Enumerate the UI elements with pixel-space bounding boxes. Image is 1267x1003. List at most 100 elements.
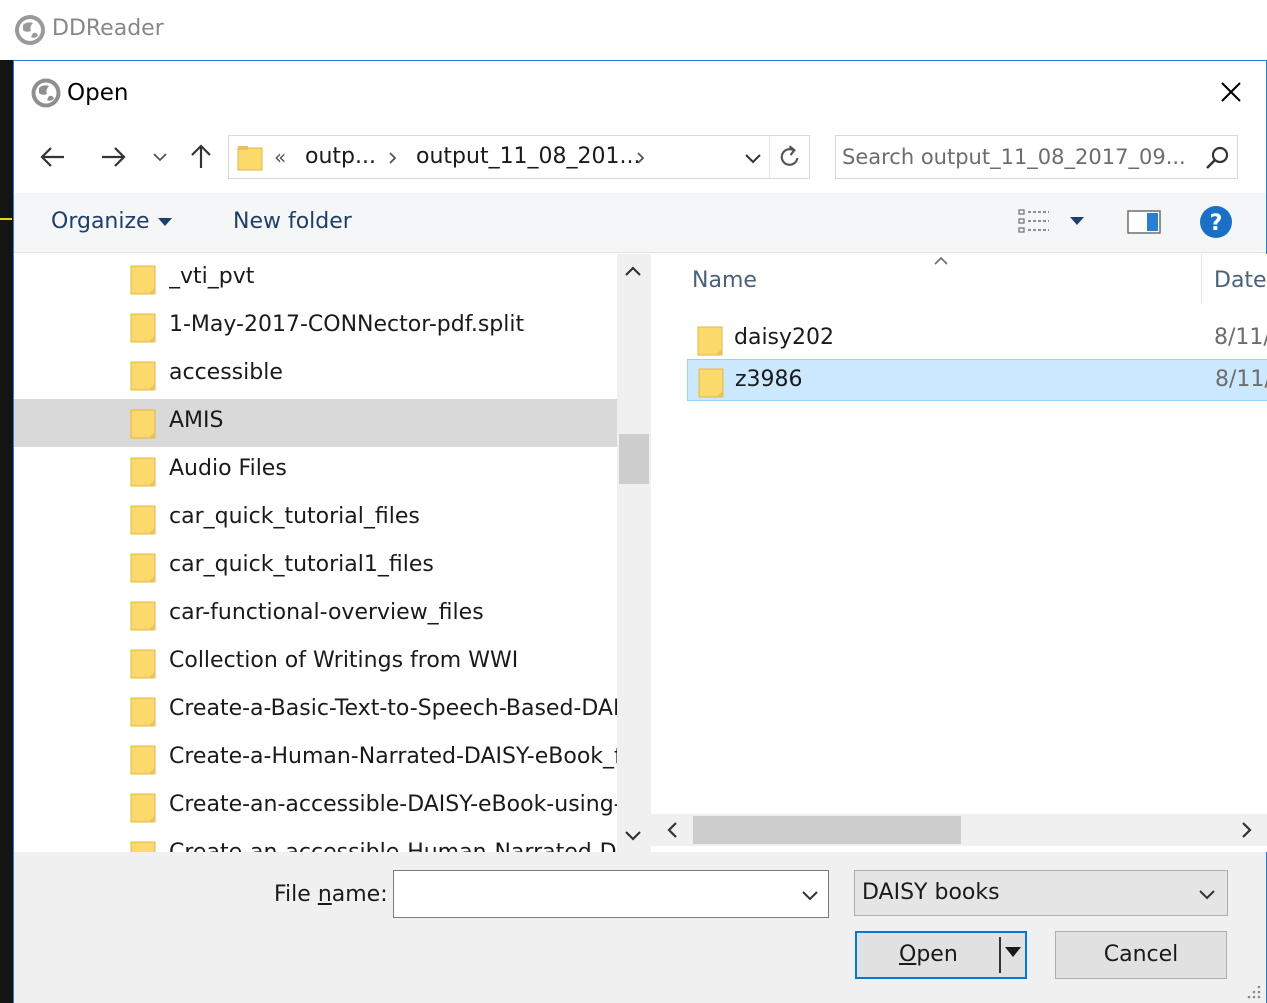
address-bar[interactable]: « outp... output_11_08_201... xyxy=(228,135,810,179)
folder-icon xyxy=(130,313,156,343)
file-date: 8/11/ xyxy=(1215,367,1267,392)
globe-icon xyxy=(15,15,45,45)
tree-item-label: Create-a-Human-Narrated-DAISY-eBook_f xyxy=(169,744,617,769)
back-arrow-icon[interactable] xyxy=(36,140,70,174)
folder-icon xyxy=(130,793,156,823)
folder-icon xyxy=(130,745,156,775)
navigation-pane: _vti_pvt 1-May-2017-CONNector-pdf.split … xyxy=(14,254,649,852)
chevron-down-icon[interactable] xyxy=(798,883,822,907)
file-date: 8/11/ xyxy=(1214,325,1267,350)
tree-item[interactable]: accessible xyxy=(14,351,617,399)
help-icon[interactable]: ? xyxy=(1199,205,1233,239)
tree-item-label: Create-an-accessible-DAISY-eBook-using- xyxy=(169,792,617,817)
tree-item[interactable]: 1-May-2017-CONNector-pdf.split xyxy=(14,303,617,351)
app-titlebar: DDReader xyxy=(0,0,1267,60)
folder-icon xyxy=(130,361,156,391)
file-name-label-post: ame: xyxy=(331,882,388,907)
file-name-label: File name: xyxy=(274,882,388,907)
tree-item-label: _vti_pvt xyxy=(169,264,255,289)
search-input[interactable] xyxy=(842,142,1192,172)
chevron-down-icon[interactable] xyxy=(741,146,765,170)
scrollbar-thumb[interactable] xyxy=(693,816,961,844)
preview-pane-icon[interactable] xyxy=(1127,209,1161,235)
file-type-select[interactable]: DAISY books xyxy=(854,870,1228,916)
folder-icon xyxy=(698,368,724,398)
app-title: DDReader xyxy=(52,16,164,41)
chevron-down-icon xyxy=(1199,890,1215,900)
cancel-button[interactable]: Cancel xyxy=(1055,931,1227,979)
tree-item-label: Create-a-Basic-Text-to-Speech-Based-DAIS… xyxy=(169,696,617,721)
open-button-label: Open xyxy=(899,942,958,967)
scroll-up-icon[interactable] xyxy=(617,256,649,288)
new-folder-button[interactable]: New folder xyxy=(233,209,352,234)
folder-icon xyxy=(130,409,156,439)
globe-icon xyxy=(31,78,61,108)
column-header-date-label: Date xyxy=(1214,268,1267,293)
file-row-selected[interactable]: z3986 8/11/ xyxy=(687,359,1267,401)
split-divider xyxy=(999,937,1001,973)
organize-button[interactable]: Organize xyxy=(51,209,172,234)
column-header-name-label: Name xyxy=(692,268,757,293)
tree-item[interactable]: Create-an-accessible-Human-Narrated-DA xyxy=(14,831,617,852)
tree-item-label: 1-May-2017-CONNector-pdf.split xyxy=(169,312,525,337)
search-box[interactable] xyxy=(835,135,1238,179)
column-header-name[interactable]: Name xyxy=(651,254,1201,310)
scroll-down-icon[interactable] xyxy=(617,820,649,852)
tree-item-label: car-functional-overview_files xyxy=(169,600,484,625)
file-row[interactable]: daisy202 8/11/ xyxy=(687,318,1267,360)
dialog-titlebar: Open xyxy=(14,61,1266,123)
tree-item-selected[interactable]: AMIS xyxy=(14,399,617,447)
tree-item-label: Create-an-accessible-Human-Narrated-DA xyxy=(169,840,617,852)
breadcrumb-item[interactable]: output_11_08_201... xyxy=(416,144,641,169)
search-icon[interactable] xyxy=(1203,144,1231,172)
caret-down-icon[interactable] xyxy=(1005,947,1021,957)
tree-item-label: car_quick_tutorial1_files xyxy=(169,552,434,577)
tree-item[interactable]: Create-a-Basic-Text-to-Speech-Based-DAIS… xyxy=(14,687,617,735)
tree-item[interactable]: car-functional-overview_files xyxy=(14,591,617,639)
tree-item[interactable]: Create-a-Human-Narrated-DAISY-eBook_f xyxy=(14,735,617,783)
up-arrow-icon[interactable] xyxy=(184,140,218,174)
refresh-icon[interactable] xyxy=(769,136,811,178)
folder-icon xyxy=(697,326,723,356)
resize-grip-icon[interactable] xyxy=(1244,982,1262,1000)
folder-icon xyxy=(130,649,156,679)
details-view-icon[interactable] xyxy=(1017,207,1053,235)
column-header-date[interactable]: Date xyxy=(1202,254,1267,310)
cancel-button-label: Cancel xyxy=(1103,942,1179,967)
scroll-right-icon[interactable] xyxy=(1231,814,1263,846)
forward-arrow-icon[interactable] xyxy=(96,140,130,174)
svg-text:?: ? xyxy=(1210,211,1223,236)
tree-item-label: Audio Files xyxy=(169,456,287,481)
tree-item[interactable]: _vti_pvt xyxy=(14,255,617,303)
tree-item[interactable]: Audio Files xyxy=(14,447,617,495)
folder-icon xyxy=(237,146,263,171)
folder-icon xyxy=(130,553,156,583)
breadcrumb-item[interactable]: outp... xyxy=(305,144,376,169)
close-icon[interactable] xyxy=(1214,75,1248,109)
tree-item[interactable]: car_quick_tutorial_files xyxy=(14,495,617,543)
file-name-input[interactable] xyxy=(400,879,780,909)
open-dialog: Open « outp... output_11_08_201... Searc… xyxy=(13,60,1267,1003)
command-bar: Organize New folder ? xyxy=(14,193,1266,253)
file-name-combobox[interactable] xyxy=(393,870,829,918)
vertical-scrollbar[interactable] xyxy=(617,254,649,852)
organize-label: Organize xyxy=(51,209,150,234)
chevron-down-icon[interactable] xyxy=(150,140,170,174)
background-marker xyxy=(0,218,12,220)
folder-icon xyxy=(130,505,156,535)
address-overflow[interactable]: « xyxy=(274,145,286,169)
chevron-right-icon[interactable] xyxy=(387,150,399,166)
horizontal-scrollbar[interactable] xyxy=(651,814,1267,846)
open-button[interactable]: Open xyxy=(855,931,1027,979)
chevron-right-icon[interactable] xyxy=(635,150,647,166)
file-name-label-accel: n xyxy=(317,882,332,907)
file-type-value: DAISY books xyxy=(862,880,1000,905)
caret-down-icon[interactable] xyxy=(1069,215,1085,227)
tree-item[interactable]: Create-an-accessible-DAISY-eBook-using- xyxy=(14,783,617,831)
tree-item[interactable]: Collection of Writings from WWI xyxy=(14,639,617,687)
scrollbar-thumb[interactable] xyxy=(619,434,649,484)
folder-icon xyxy=(130,841,156,852)
tree-item[interactable]: car_quick_tutorial1_files xyxy=(14,543,617,591)
scroll-left-icon[interactable] xyxy=(657,814,689,846)
folder-icon xyxy=(130,601,156,631)
